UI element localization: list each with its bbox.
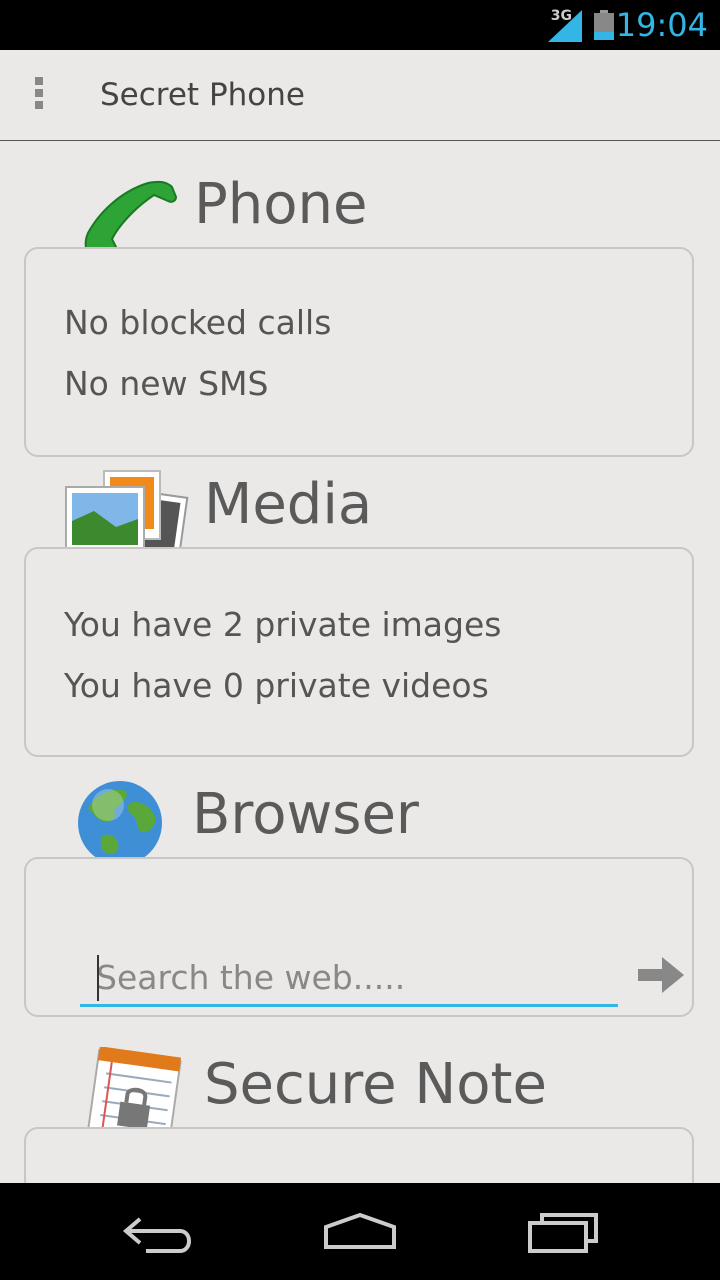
web-search-input[interactable]	[80, 951, 618, 1007]
signal-icon	[548, 10, 582, 42]
phone-section-title: Phone	[194, 172, 368, 237]
text-cursor	[97, 955, 99, 1001]
clock: 19:04	[615, 6, 708, 44]
main-content[interactable]: Phone No blocked calls No new SMS Media …	[0, 141, 720, 1183]
recent-apps-icon[interactable]	[524, 1207, 604, 1257]
secure-note-section-title: Secure Note	[204, 1052, 547, 1117]
blocked-calls-status: No blocked calls	[64, 303, 332, 342]
arrow-right-icon[interactable]	[638, 957, 684, 993]
media-card[interactable]: You have 2 private images You have 0 pri…	[24, 547, 694, 757]
action-bar: Secret Phone	[0, 50, 720, 141]
media-section-title: Media	[204, 472, 373, 537]
secure-note-card[interactable]	[24, 1127, 694, 1183]
battery-icon	[594, 10, 614, 40]
phone-card[interactable]: No blocked calls No new SMS	[24, 247, 694, 457]
overflow-menu-icon[interactable]	[30, 77, 48, 113]
browser-card	[24, 857, 694, 1017]
private-videos-status: You have 0 private videos	[64, 666, 489, 705]
private-images-status: You have 2 private images	[64, 605, 502, 644]
new-sms-status: No new SMS	[64, 364, 269, 403]
status-bar: 3G 19:04	[0, 0, 720, 50]
browser-section-title: Browser	[192, 782, 419, 847]
app-title: Secret Phone	[100, 77, 305, 113]
back-icon[interactable]	[120, 1207, 200, 1257]
home-icon[interactable]	[320, 1207, 400, 1257]
navigation-bar	[0, 1183, 720, 1280]
